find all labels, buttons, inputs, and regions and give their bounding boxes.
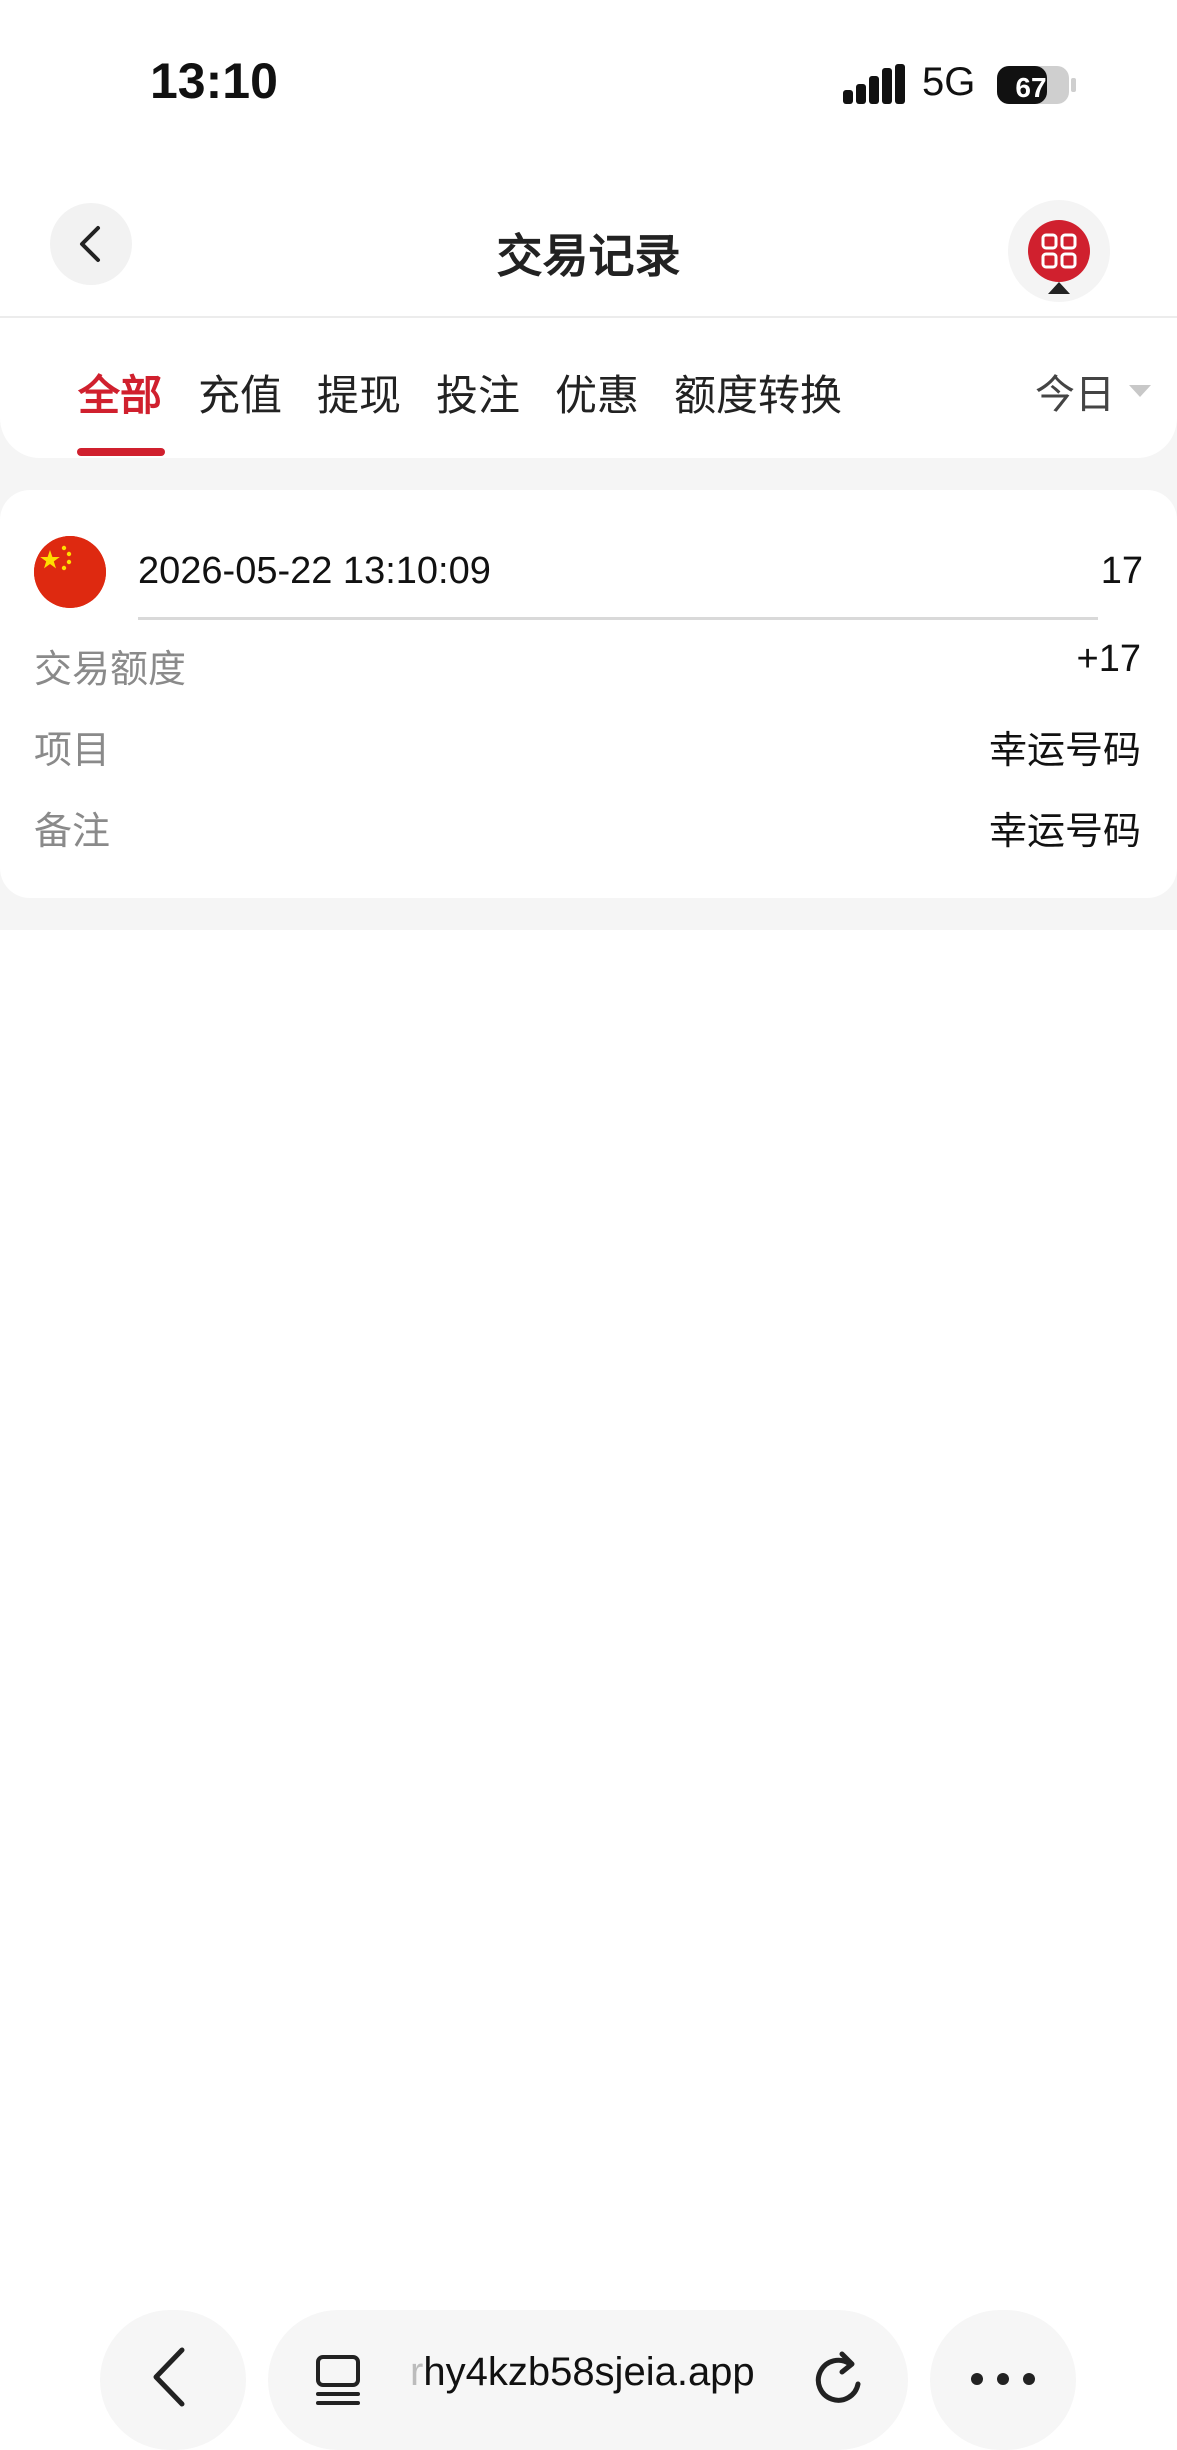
browser-toolbar: rhy4kzb58sjeia.app xyxy=(0,2290,1177,2450)
header: 交易记录 xyxy=(0,170,1177,318)
row-label-amount: 交易额度 xyxy=(34,649,187,691)
row-value-project: 幸运号码 xyxy=(988,730,1141,772)
transaction-card[interactable]: 2026-05-22 13:10:09 17 交易额度 +17 项目 幸运号码 … xyxy=(0,490,1177,898)
network-type: 5G xyxy=(922,60,976,104)
browser-back-button[interactable] xyxy=(100,2310,246,2450)
url-prefix: r xyxy=(410,2350,424,2394)
tab-bet[interactable]: 投注 xyxy=(436,362,520,423)
more-options-button[interactable] xyxy=(930,2310,1076,2450)
transaction-datetime: 2026-05-22 13:10:09 xyxy=(138,550,491,592)
menu-button-inner[interactable] xyxy=(1028,220,1090,282)
tab-bar: 全部 充值 提现 投注 优惠 额度转换 今日 xyxy=(0,318,1177,458)
row-label-remark: 备注 xyxy=(34,811,111,853)
url-host: hy4kzb58sjeia.app xyxy=(423,2350,755,2394)
url-text[interactable]: rhy4kzb58sjeia.app xyxy=(410,2350,755,2395)
battery-icon: 67 xyxy=(997,66,1076,104)
tab-promotion[interactable]: 优惠 xyxy=(555,362,639,423)
reload-icon[interactable] xyxy=(814,2350,870,2410)
chevron-left-icon xyxy=(153,2347,185,2407)
tab-transfer[interactable]: 额度转换 xyxy=(674,362,842,423)
status-bar: 13:10 5G 67 xyxy=(0,0,1177,170)
battery-level: 67 xyxy=(1015,72,1046,103)
date-filter-dropdown[interactable]: 今日 xyxy=(1035,362,1151,420)
tab-withdraw[interactable]: 提现 xyxy=(317,362,401,423)
tab-deposit[interactable]: 充值 xyxy=(198,362,282,423)
row-label-project: 项目 xyxy=(34,730,111,772)
more-dots-icon xyxy=(971,2373,1035,2385)
tabs-icon xyxy=(316,2355,360,2405)
active-tab-indicator xyxy=(77,448,165,456)
tab-all[interactable]: 全部 xyxy=(78,362,162,423)
row-value-amount: +17 xyxy=(1076,638,1141,680)
card-divider xyxy=(138,617,1098,620)
status-time: 13:10 xyxy=(150,53,278,109)
date-filter-label: 今日 xyxy=(1035,373,1115,417)
caret-down-icon xyxy=(1129,385,1151,397)
china-flag-icon xyxy=(34,536,106,608)
signal-icon xyxy=(843,64,905,104)
transaction-amount: 17 xyxy=(1100,550,1143,592)
grid-icon xyxy=(1041,233,1077,269)
menu-caret-icon xyxy=(1048,282,1070,294)
page-title: 交易记录 xyxy=(496,230,681,282)
row-value-remark: 幸运号码 xyxy=(988,811,1141,853)
